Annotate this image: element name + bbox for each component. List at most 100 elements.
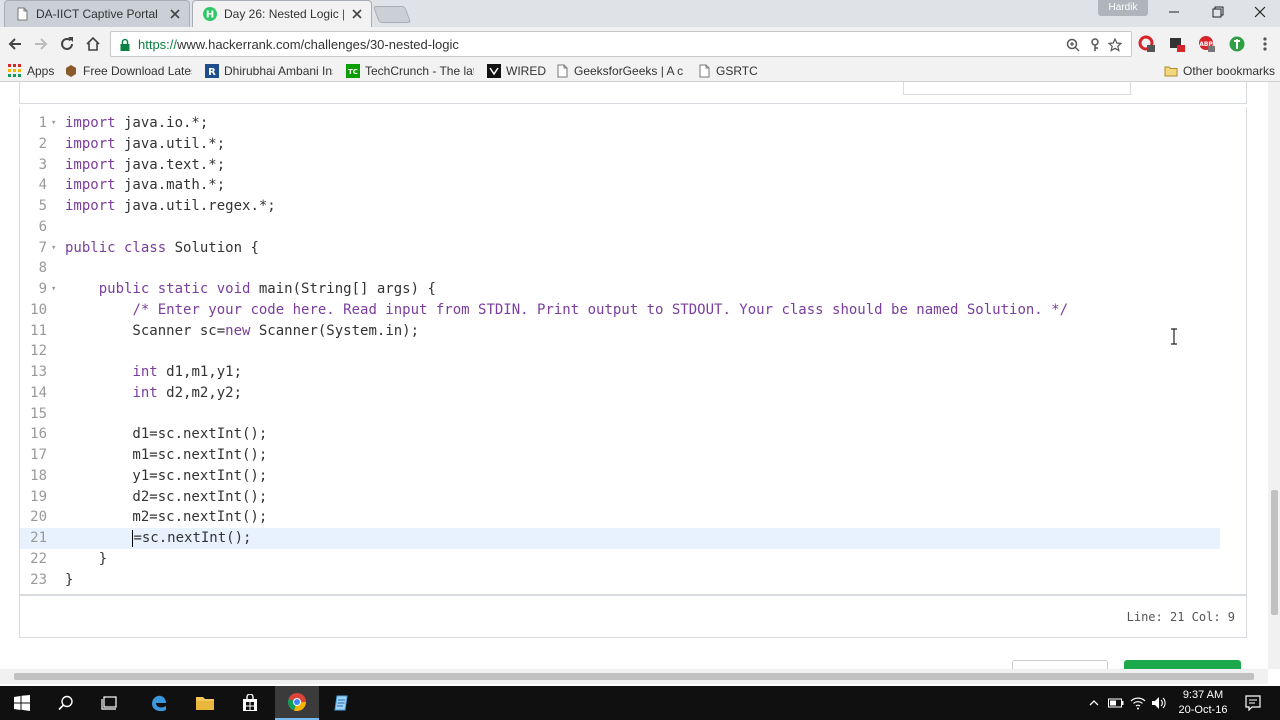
green-extension-icon[interactable]: [1228, 35, 1246, 53]
notifications-icon[interactable]: [1245, 695, 1261, 711]
zoom-icon[interactable]: [1065, 37, 1081, 53]
scrollbar-thumb[interactable]: [1271, 490, 1278, 615]
bookmark-free-download[interactable]: Free Download Latest: [64, 62, 192, 80]
taskbar-clock[interactable]: 9:37 AM 20-Oct-16: [1168, 688, 1238, 718]
fold-arrow-icon[interactable]: ▾: [51, 113, 56, 134]
code-line[interactable]: 19 d2=sc.nextInt();: [20, 487, 1220, 508]
key-icon[interactable]: [1087, 37, 1103, 53]
line-number: 1: [38, 115, 47, 131]
code-line[interactable]: 15: [20, 404, 1220, 425]
code-keyword: import: [65, 198, 116, 214]
bookmark-techcrunch[interactable]: TC TechCrunch - The late: [346, 62, 474, 80]
bookmark-geeksforgeeks[interactable]: GeeksforGeeks | A co: [555, 62, 683, 80]
code-token: java.util.regex.*;: [115, 198, 276, 214]
code-line[interactable]: 11 Scanner sc=new Scanner(System.in);: [20, 321, 1220, 342]
code-token: d1,m1,y1;: [157, 364, 243, 380]
file-explorer-icon[interactable]: [183, 686, 227, 720]
code-line[interactable]: 20 m2=sc.nextInt();: [20, 507, 1220, 528]
minimize-icon[interactable]: [1152, 0, 1196, 24]
adblock-icon[interactable]: ABP: [1198, 35, 1216, 53]
tab-da-iict-captive-portal[interactable]: DA-IICT Captive Portal: [4, 0, 190, 27]
fold-arrow-icon[interactable]: ▾: [51, 238, 56, 259]
code-line[interactable]: 12: [20, 341, 1220, 362]
bookmark-other-bookmarks[interactable]: Other bookmarks: [1164, 62, 1276, 80]
browser-toolbar: https://www.hackerrank.com/challenges/30…: [0, 27, 1280, 60]
star-icon[interactable]: [1107, 37, 1123, 53]
code-token: m1=sc.nextInt();: [65, 447, 268, 463]
bookmark-apps[interactable]: Apps: [8, 62, 58, 80]
tab-day-26-nested-logic[interactable]: H Day 26: Nested Logic | 30: [192, 0, 372, 27]
back-arrow-icon[interactable]: [4, 33, 26, 55]
code-line[interactable]: 2 import java.util.*;: [20, 134, 1220, 155]
code-comment: /* Enter your code here. Read input from…: [132, 301, 1069, 318]
code-line[interactable]: 17 m1=sc.nextInt();: [20, 445, 1220, 466]
run-code-button[interactable]: [1012, 660, 1108, 669]
forward-arrow-icon[interactable]: [30, 33, 52, 55]
submit-code-button[interactable]: [1124, 660, 1241, 669]
code-line[interactable]: 1 ▾ import java.io.*;: [20, 113, 1220, 134]
code-token: java.text.*;: [115, 156, 226, 173]
task-view-icon[interactable]: [88, 686, 132, 720]
url-text: https://www.hackerrank.com/challenges/30…: [138, 37, 459, 52]
code-line[interactable]: 5 import java.util.regex.*;: [20, 196, 1220, 217]
code-text: import java.util.*;: [65, 134, 225, 155]
code-line[interactable]: 13 int d1,m1,y1;: [20, 362, 1220, 383]
edge-icon[interactable]: [137, 686, 181, 720]
restore-icon[interactable]: [1196, 0, 1240, 24]
code-line[interactable]: 23}: [20, 570, 1220, 591]
code-line[interactable]: 10 /* Enter your code here. Read input f…: [20, 300, 1220, 321]
code-line[interactable]: 22 }: [20, 549, 1220, 570]
line-number: 13: [30, 364, 47, 380]
fold-arrow-icon[interactable]: ▾: [51, 279, 56, 300]
scrollbar-thumb[interactable]: [14, 673, 1254, 680]
code-editor[interactable]: 1 ▾ import java.io.*; 2 import java.util.*; 3…: [19, 107, 1247, 595]
chevron-up-icon[interactable]: [1086, 695, 1102, 711]
opera-extension-icon[interactable]: [1138, 35, 1156, 53]
code-text: }: [65, 549, 107, 570]
code-line[interactable]: 14 int d2,m2,y2;: [20, 383, 1220, 404]
new-tab-button[interactable]: [372, 6, 412, 23]
notepad-icon[interactable]: [320, 686, 364, 720]
store-icon[interactable]: [228, 686, 272, 720]
close-icon[interactable]: [351, 8, 363, 20]
menu-dots-icon[interactable]: [1256, 35, 1274, 53]
home-icon[interactable]: [82, 33, 104, 55]
bookmark-label: Other bookmarks: [1183, 64, 1276, 78]
code-text: import java.math.*;: [65, 175, 225, 196]
code-line[interactable]: 18 y1=sc.nextInt();: [20, 466, 1220, 487]
network-icon[interactable]: [1130, 695, 1146, 711]
code-line[interactable]: 9 ▾ public static void main(String[] args…: [20, 279, 1220, 300]
code-token: }: [65, 550, 108, 567]
address-bar[interactable]: https://www.hackerrank.com/challenges/30…: [110, 31, 1132, 57]
bookmark-dhirubhai-ambani[interactable]: R Dhirubhai Ambani Ins: [205, 62, 333, 80]
code-line[interactable]: 21 =sc.nextInt();: [20, 528, 1220, 549]
code-line[interactable]: 6: [20, 217, 1220, 238]
extension-icon[interactable]: [1168, 35, 1186, 53]
search-icon[interactable]: [44, 686, 88, 720]
close-window-icon[interactable]: [1238, 0, 1280, 24]
vertical-scrollbar[interactable]: [1268, 82, 1280, 669]
bookmark-label: Free Download Latest: [83, 64, 192, 78]
close-icon[interactable]: [169, 8, 181, 20]
battery-icon[interactable]: [1108, 695, 1124, 711]
bookmark-gsrtc[interactable]: GSRTC.: [697, 62, 757, 80]
chrome-icon[interactable]: [275, 686, 319, 720]
code-line[interactable]: 16 d1=sc.nextInt();: [20, 424, 1220, 445]
code-token: m2=sc.nextInt();: [65, 509, 268, 526]
reload-icon[interactable]: [56, 33, 78, 55]
profile-button[interactable]: Hardik: [1098, 0, 1148, 16]
bookmark-wired[interactable]: WIRED: [487, 62, 547, 80]
horizontal-scrollbar[interactable]: [0, 669, 1268, 684]
code-line[interactable]: 8: [20, 258, 1220, 279]
windows-start-icon[interactable]: [0, 686, 44, 720]
volume-icon[interactable]: [1151, 695, 1167, 711]
code-line[interactable]: 3 import java.text.*;: [20, 155, 1220, 176]
code-token: d2,m2,y2;: [157, 384, 243, 401]
editor-statusbar: Line: 21 Col: 9: [19, 595, 1247, 638]
code-line[interactable]: 4 import java.math.*;: [20, 175, 1220, 196]
code-token: java.io.*;: [115, 115, 209, 131]
code-line[interactable]: 7 ▾ public class Solution {: [20, 238, 1220, 259]
language-select[interactable]: [903, 82, 1131, 95]
text-cursor-icon: [1171, 328, 1177, 345]
